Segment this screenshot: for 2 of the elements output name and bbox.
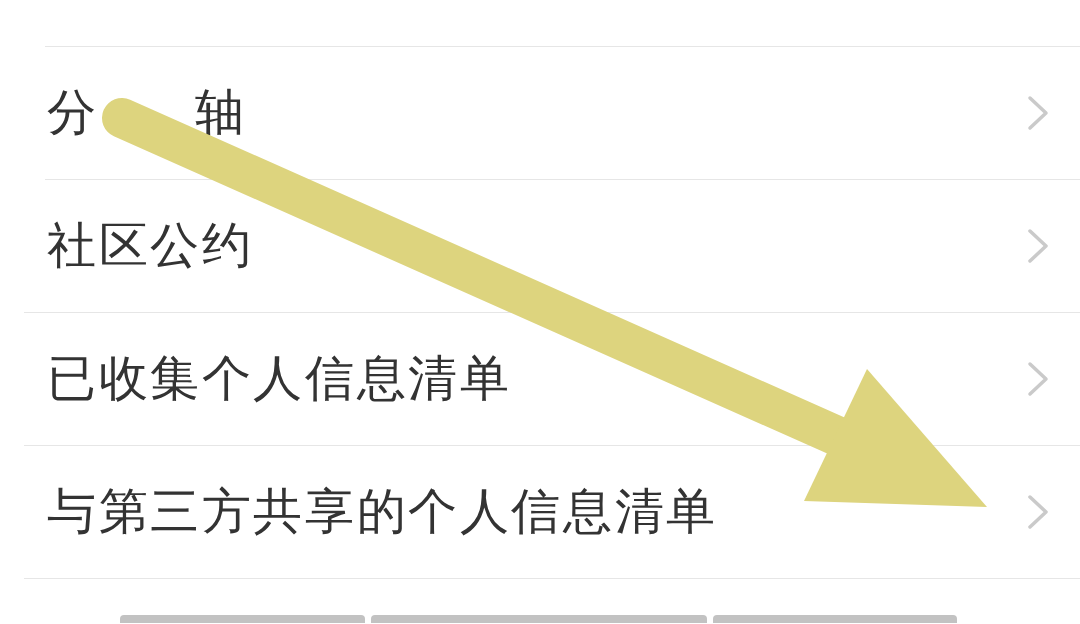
chevron-right-icon [1027,228,1049,264]
chevron-right-icon [1027,95,1049,131]
